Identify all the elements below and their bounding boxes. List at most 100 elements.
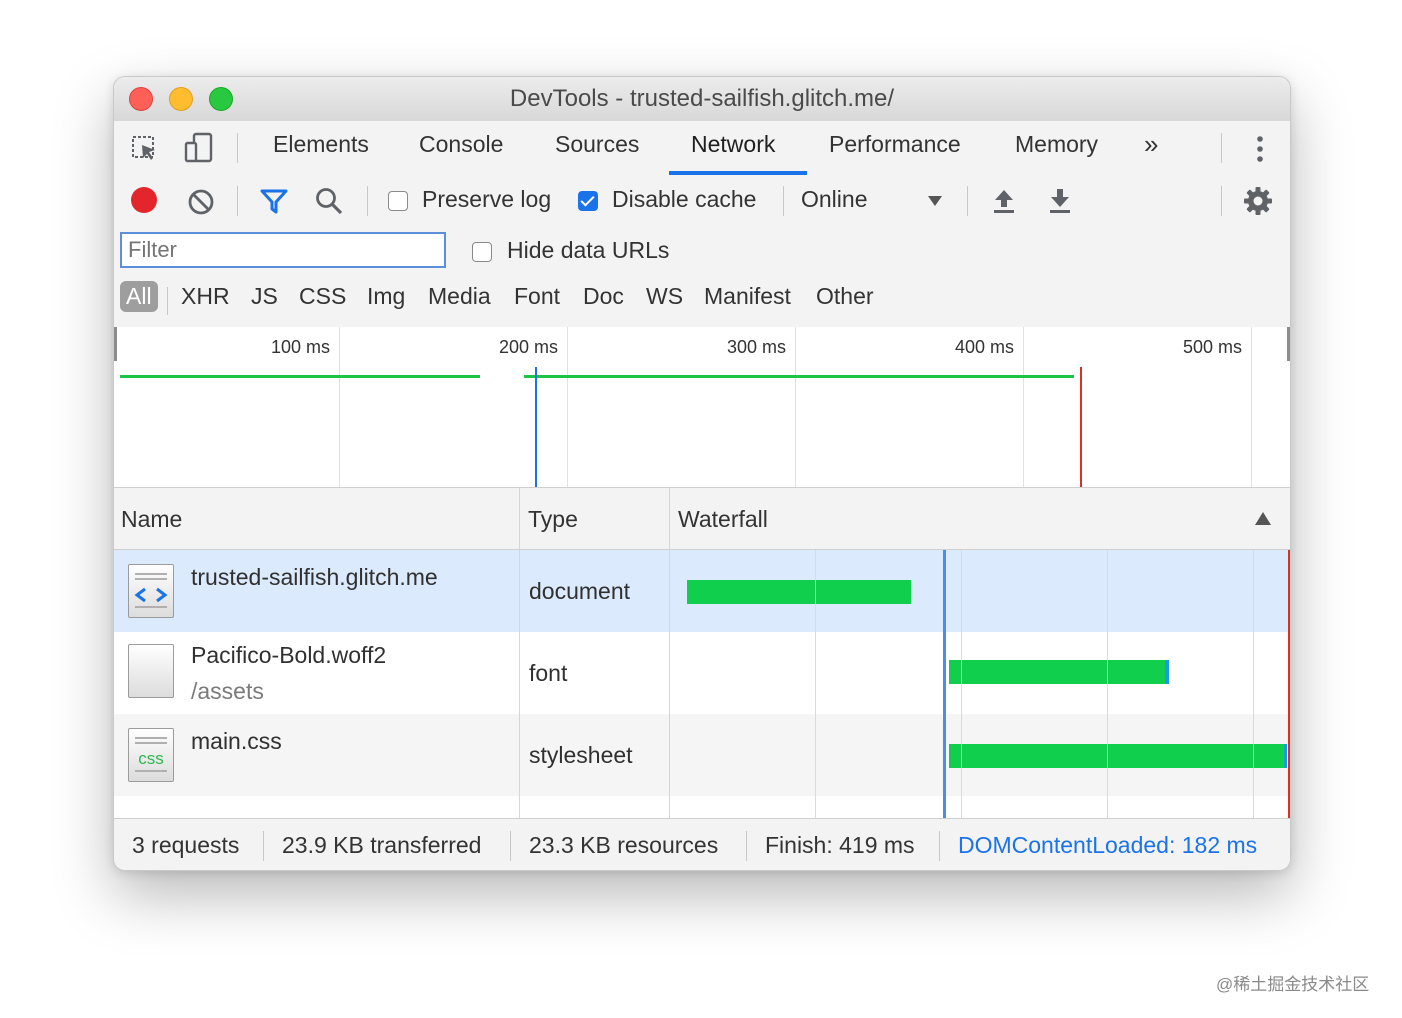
overview-right-handle[interactable] (1287, 327, 1290, 361)
request-type: font (529, 660, 568, 686)
filter-type-other[interactable]: Other (816, 283, 874, 310)
overview-gridline (1251, 327, 1252, 487)
kebab-menu-icon[interactable] (1252, 134, 1268, 169)
request-path: /assets (191, 678, 264, 704)
status-divider (939, 831, 940, 861)
toolbar-divider (167, 287, 168, 315)
record-button[interactable] (131, 187, 157, 213)
table-row[interactable]: css main.css stylesheet (114, 714, 1290, 796)
preserve-log-checkbox[interactable] (388, 191, 408, 211)
inspect-element-icon[interactable] (130, 134, 160, 169)
filter-type-doc[interactable]: Doc (583, 283, 624, 310)
waterfall-gridline (961, 550, 962, 818)
waterfall-download-segment (1165, 660, 1169, 684)
filter-input[interactable] (120, 232, 446, 268)
throttling-select[interactable]: Online (796, 175, 946, 227)
status-dom-content-loaded: DOMContentLoaded: 182 ms (958, 832, 1258, 858)
filter-type-font[interactable]: Font (514, 283, 560, 310)
filter-type-js[interactable]: JS (251, 283, 278, 310)
waterfall-bar (949, 660, 1165, 684)
device-toolbar-icon[interactable] (182, 131, 216, 170)
overview-dcl-marker (535, 367, 537, 487)
overview-tick-label: 200 ms (499, 337, 559, 357)
filter-type-css[interactable]: CSS (299, 283, 346, 310)
status-divider (510, 831, 511, 861)
overview-tick-label: 400 ms (955, 337, 1015, 357)
export-har-icon[interactable] (1047, 187, 1073, 220)
filter-funnel-icon[interactable] (259, 187, 289, 220)
column-header-type-label: Type (528, 506, 578, 532)
status-finish: Finish: 419 ms (765, 832, 915, 858)
filter-type-manifest[interactable]: Manifest (704, 283, 791, 310)
toolbar-divider (1221, 133, 1222, 163)
status-divider (263, 831, 264, 861)
tab-elements[interactable]: Elements (273, 131, 369, 158)
overview-gridline (1023, 327, 1024, 487)
status-bar: 3 requests 23.9 KB transferred 23.3 KB r… (114, 818, 1290, 870)
filter-type-img[interactable]: Img (367, 283, 405, 310)
waterfall-gridline (815, 550, 816, 818)
import-har-icon[interactable] (991, 187, 1017, 220)
title-bar: DevTools - trusted-sailfish.glitch.me/ (114, 77, 1290, 122)
network-toolbar: Preserve log Disable cache Online (114, 175, 1290, 228)
html-document-icon (128, 564, 174, 618)
disable-cache-label: Disable cache (612, 186, 757, 212)
throttling-value: Online (801, 186, 868, 212)
tab-sources[interactable]: Sources (555, 131, 639, 158)
devtools-window: DevTools - trusted-sailfish.glitch.me/ E… (113, 76, 1291, 871)
filter-bar: Hide data URLs All XHR JS CSS Img Media … (114, 227, 1290, 328)
sort-ascending-icon[interactable] (1255, 512, 1271, 525)
resource-type-filters: All XHR JS CSS Img Media Font Doc WS Man… (114, 279, 1290, 323)
overview-gridline (567, 327, 568, 487)
toolbar-divider (367, 186, 368, 216)
toolbar-divider (783, 186, 784, 216)
table-row[interactable]: Pacifico-Bold.woff2 /assets font (114, 632, 1290, 714)
window-title: DevTools - trusted-sailfish.glitch.me/ (509, 85, 895, 112)
status-transferred: 23.9 KB transferred (282, 832, 482, 858)
filter-type-all[interactable]: All (120, 281, 158, 312)
css-file-icon: css (128, 728, 174, 782)
toolbar-divider (237, 133, 238, 163)
svg-text:css: css (138, 749, 164, 768)
toolbar-divider (1221, 186, 1222, 216)
main-tab-bar: Elements Console Sources Network Perform… (114, 121, 1290, 176)
waterfall-gridline (1107, 550, 1108, 818)
requests-table: Name Type Waterfall trusted-sailfish.gli… (114, 488, 1290, 818)
overview-left-handle[interactable] (114, 327, 117, 361)
table-row[interactable]: trusted-sailfish.glitch.me document (114, 550, 1290, 632)
tab-console[interactable]: Console (419, 131, 503, 158)
waterfall-bar (949, 744, 1284, 768)
tab-network[interactable]: Network (691, 131, 775, 158)
column-header-name[interactable]: Name (114, 488, 519, 550)
overview-load-marker (1080, 367, 1082, 487)
overview-tick-label: 100 ms (271, 337, 331, 357)
status-divider (746, 831, 747, 861)
overview-timeline[interactable]: 100 ms 200 ms 300 ms 400 ms 500 ms (114, 327, 1290, 488)
request-type: document (529, 578, 631, 604)
settings-gear-icon[interactable] (1243, 186, 1273, 221)
waterfall-load-marker (1288, 550, 1290, 818)
search-icon[interactable] (314, 186, 344, 221)
tab-memory[interactable]: Memory (1015, 131, 1098, 158)
request-name: Pacifico-Bold.woff2 (191, 642, 387, 668)
more-tabs-icon[interactable]: » (1144, 129, 1158, 160)
column-divider (669, 488, 670, 818)
column-header-type[interactable]: Type (520, 488, 669, 550)
column-header-waterfall[interactable]: Waterfall (670, 488, 1290, 550)
request-type: stylesheet (529, 742, 633, 768)
filter-type-media[interactable]: Media (428, 283, 491, 310)
tab-performance[interactable]: Performance (829, 131, 961, 158)
hide-data-urls-checkbox[interactable] (472, 242, 492, 262)
preserve-log-label: Preserve log (422, 186, 552, 212)
status-resources: 23.3 KB resources (529, 832, 719, 858)
waterfall-gridline (1253, 550, 1254, 818)
clear-icon[interactable] (187, 188, 215, 221)
toolbar-divider (237, 186, 238, 216)
filter-type-xhr[interactable]: XHR (181, 283, 230, 310)
dropdown-arrow-icon (928, 196, 942, 206)
filter-type-ws[interactable]: WS (646, 283, 683, 310)
overview-tick-label: 500 ms (1183, 337, 1243, 357)
overview-request-line (120, 375, 480, 378)
disable-cache-checkbox[interactable] (578, 191, 598, 211)
waterfall-download-segment (1284, 744, 1287, 768)
